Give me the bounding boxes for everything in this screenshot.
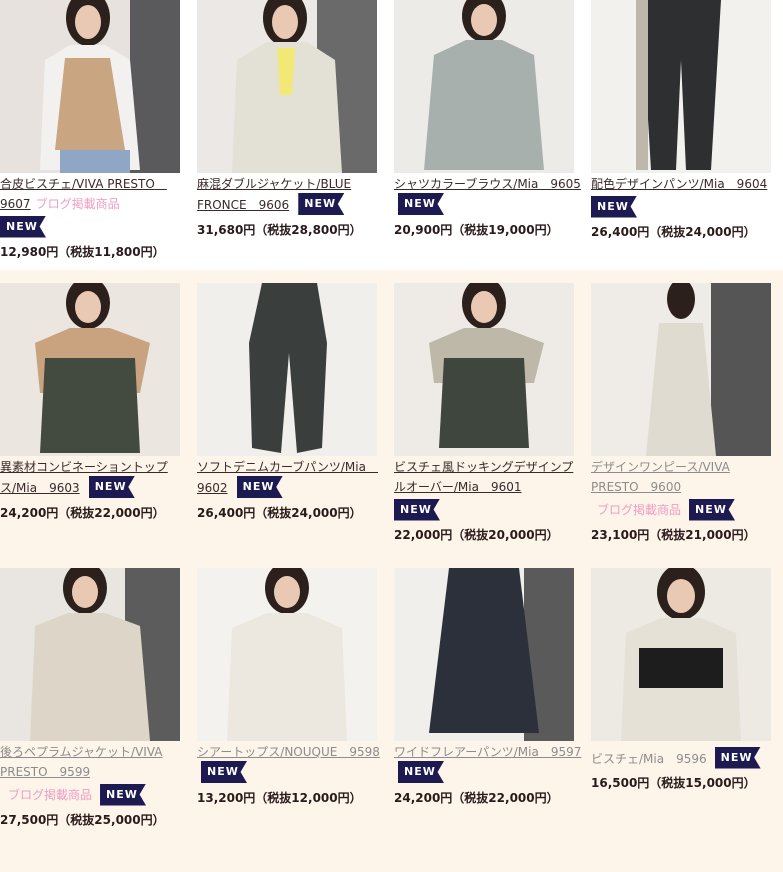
new-badge: NEW [100, 783, 147, 806]
product-title[interactable]: 配色デザインパンツ/Mia 9604 [591, 177, 767, 191]
product-price: 24,200円（税抜22,000円） [0, 506, 165, 520]
new-badge: NEW [398, 193, 444, 215]
product-price: 31,680円（税抜28,800円） [197, 223, 362, 237]
product-price: 13,200円（税抜12,000円） [197, 791, 362, 805]
product-card[interactable]: シャツカラーブラウス/Mia 9605 NEW 20,900円（税抜19,000… [394, 0, 584, 238]
product-card[interactable]: 麻混ダブルジャケット/BLUE FRONCE 9606 NEW 31,680円（… [197, 0, 387, 238]
product-title[interactable]: ソフトデニムカーブパンツ/Mia 9602 [197, 460, 378, 495]
product-photo[interactable] [197, 283, 377, 456]
product-title[interactable]: ビスチェ風ドッキングデザインプルオーバー/Mia 9601 [394, 460, 573, 494]
product-card[interactable]: シアートップス/NOUQUE 9598 NEW 13,200円（税抜12,000… [197, 568, 387, 806]
product-photo[interactable] [0, 568, 180, 741]
product-photo[interactable] [0, 0, 180, 173]
product-title[interactable]: ビスチェ/Mia 9596 [591, 751, 707, 768]
product-card[interactable]: 合皮ビスチェ/VIVA PRESTO 9607 ブログ掲載商品 NEW 12,9… [0, 0, 190, 260]
blog-label: ブログ掲載商品 [8, 788, 93, 802]
product-photo[interactable] [0, 283, 180, 456]
product-price: 26,400円（税抜24,000円） [591, 225, 756, 239]
product-title[interactable]: 異素材コンビネーショントップス/Mia 9603 [0, 460, 168, 495]
new-badge: NEW [398, 761, 444, 783]
product-photo[interactable] [394, 568, 574, 741]
product-price: 16,500円（税抜15,000円） [591, 776, 756, 790]
product-card[interactable]: 後ろペプラムジャケット/VIVA PRESTO 9599 ブログ掲載商品 NEW … [0, 568, 190, 828]
new-badge: NEW [0, 215, 46, 238]
new-badge: NEW [689, 498, 736, 521]
product-card[interactable]: ビスチェ/Mia 9596 NEW 16,500円（税抜15,000円） [591, 568, 781, 791]
product-title[interactable]: シアートップス/NOUQUE 9598 [197, 745, 380, 759]
product-price: 23,100円（税抜21,000円） [591, 528, 756, 542]
product-title[interactable]: ワイドフレアーパンツ/Mia 9597 [394, 745, 581, 759]
product-card[interactable]: ビスチェ風ドッキングデザインプルオーバー/Mia 9601 NEW 22,000… [394, 283, 584, 543]
new-badge: NEW [88, 476, 135, 498]
new-badge: NEW [714, 746, 761, 769]
blog-label: ブログ掲載商品 [35, 197, 120, 211]
product-title[interactable]: シャツカラーブラウス/Mia 9605 [394, 177, 581, 191]
product-photo[interactable] [591, 0, 771, 173]
product-price: 24,200円（税抜22,000円） [394, 791, 559, 805]
product-title[interactable]: 後ろペプラムジャケット/VIVA PRESTO 9599 [0, 745, 162, 779]
new-badge: NEW [298, 193, 345, 215]
product-price: 12,980円（税抜11,800円） [0, 245, 165, 259]
product-price: 27,500円（税抜25,000円） [0, 813, 165, 827]
product-price: 26,400円（税抜24,000円） [197, 506, 362, 520]
product-card[interactable]: 配色デザインパンツ/Mia 9604 NEW 26,400円（税抜24,000円… [591, 0, 781, 240]
product-title[interactable]: デザインワンピース/VIVA PRESTO 9600 [591, 460, 730, 494]
product-card[interactable]: ソフトデニムカーブパンツ/Mia 9602 NEW 26,400円（税抜24,0… [197, 283, 387, 521]
product-price: 22,000円（税抜20,000円） [394, 528, 559, 542]
product-photo[interactable] [394, 0, 574, 173]
new-badge: NEW [591, 195, 637, 218]
product-photo[interactable] [591, 283, 771, 456]
product-photo[interactable] [197, 0, 377, 173]
product-card[interactable]: 異素材コンビネーショントップス/Mia 9603 NEW 24,200円（税抜2… [0, 283, 190, 521]
product-price: 20,900円（税抜19,000円） [394, 223, 559, 237]
product-photo[interactable] [394, 283, 574, 456]
product-card[interactable]: デザインワンピース/VIVA PRESTO 9600 ブログ掲載商品 NEW 23… [591, 283, 781, 543]
blog-label: ブログ掲載商品 [597, 503, 682, 517]
product-card[interactable]: ワイドフレアーパンツ/Mia 9597 NEW 24,200円（税抜22,000… [394, 568, 584, 806]
product-photo[interactable] [591, 568, 771, 741]
product-photo[interactable] [197, 568, 377, 741]
new-badge: NEW [236, 476, 283, 498]
new-badge: NEW [201, 761, 247, 783]
new-badge: NEW [394, 498, 440, 521]
